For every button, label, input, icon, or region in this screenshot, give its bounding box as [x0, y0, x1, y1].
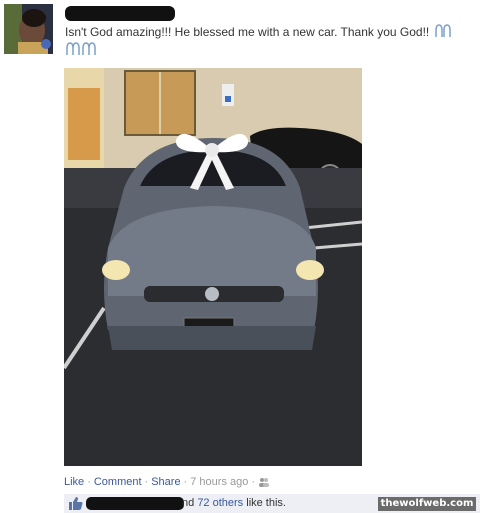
post-text: Isn't God amazing!!! He blessed me with … [65, 25, 430, 40]
separator: · [144, 476, 149, 488]
poster-name-redacted [65, 6, 175, 21]
post-message: Isn't God amazing!!! He blessed me with … [65, 24, 477, 60]
comment-link[interactable]: Comment [94, 476, 142, 488]
watermark: thewolfweb.com [378, 497, 476, 511]
others-link[interactable]: 72 others [197, 497, 243, 509]
post-actions: Like · Comment · Share · 7 hours ago · [64, 476, 270, 488]
avatar[interactable] [4, 4, 53, 54]
separator: · [87, 476, 91, 488]
share-link[interactable]: Share [151, 476, 180, 488]
post-photo[interactable] [64, 68, 362, 466]
friends-icon[interactable] [258, 476, 270, 488]
thumbs-up-icon [69, 497, 83, 513]
likes-summary: nd 72 others like this. [182, 497, 286, 509]
like-link[interactable]: Like [64, 476, 84, 488]
praying-hands-icon [81, 42, 97, 60]
liker-name-redacted [86, 497, 184, 510]
likes-prefix: nd [182, 497, 195, 509]
post-timestamp[interactable]: 7 hours ago [190, 476, 248, 488]
praying-hands-icon [433, 24, 453, 42]
likes-suffix: like this. [246, 497, 286, 509]
praying-hands-icon [65, 42, 81, 60]
separator: · [183, 476, 188, 488]
separator: · [251, 476, 256, 488]
